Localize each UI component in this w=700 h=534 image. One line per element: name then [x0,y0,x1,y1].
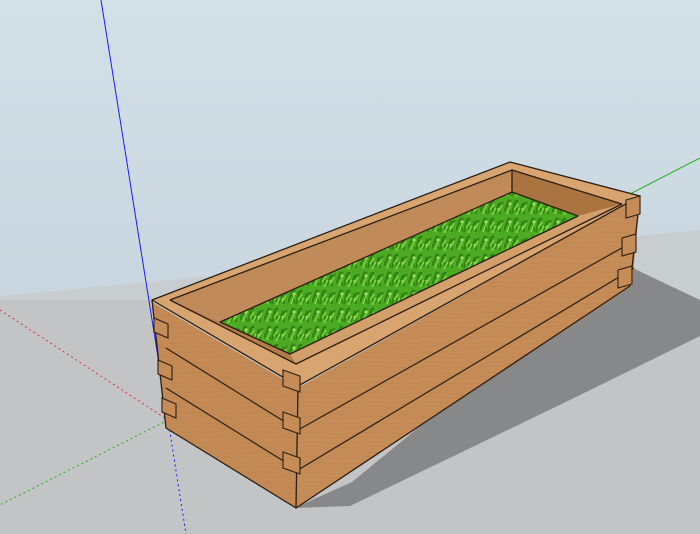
3d-model-viewport[interactable] [0,0,700,534]
scene-canvas[interactable] [0,0,700,534]
